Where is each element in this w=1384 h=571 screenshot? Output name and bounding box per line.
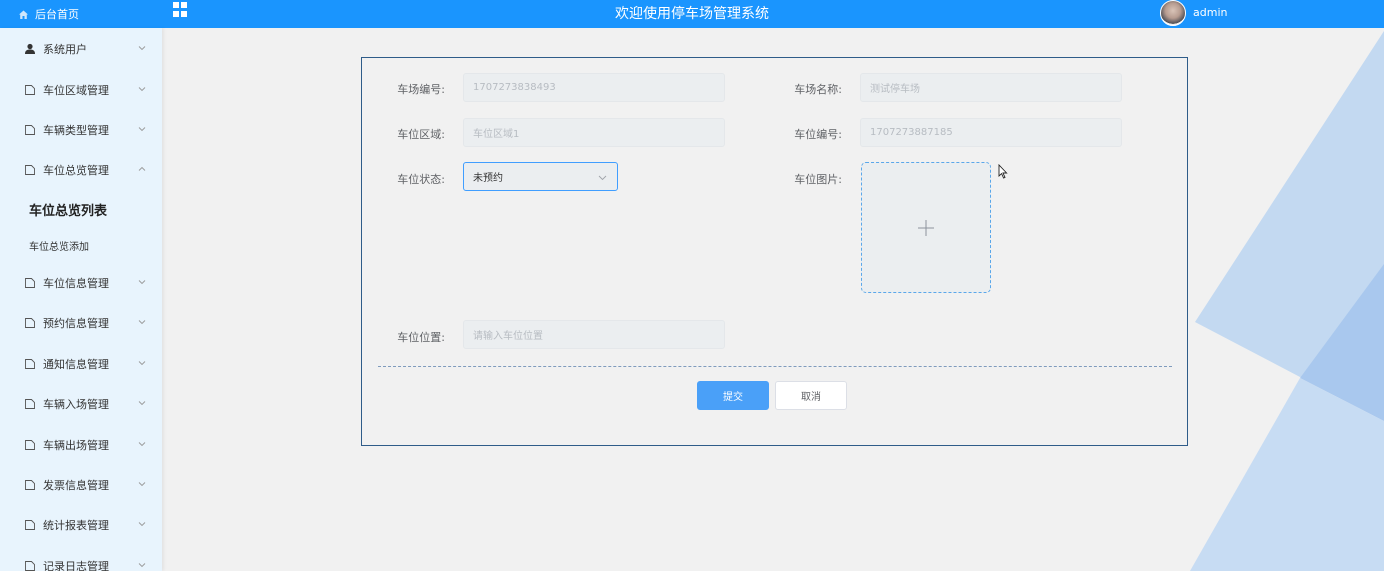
sidebar-item-label: 发票信息管理 [43, 479, 109, 492]
space-number-field[interactable]: 1707273887185 [860, 118, 1122, 147]
mouse-cursor-icon [998, 164, 1008, 179]
document-icon [24, 277, 36, 289]
chevron-down-icon [138, 87, 146, 92]
sidebar-item-label: 车辆类型管理 [43, 124, 109, 137]
document-icon [24, 358, 36, 370]
sidebar-item-space-info[interactable]: 车位信息管理 [0, 263, 162, 303]
sidebar-item-statistics[interactable]: 统计报表管理 [0, 505, 162, 545]
username-label[interactable]: admin [1193, 6, 1227, 19]
decorative-background-shapes [1190, 31, 1384, 571]
lot-name-field[interactable]: 测试停车场 [860, 73, 1122, 102]
chevron-down-icon [138, 46, 146, 51]
status-select-value: 未预约 [473, 173, 503, 184]
document-icon [24, 84, 36, 96]
sidebar-item-label: 统计报表管理 [43, 519, 109, 532]
sidebar-item-reservation[interactable]: 预约信息管理 [0, 303, 162, 343]
chevron-down-icon [138, 320, 146, 325]
top-bar: 后台首页 欢迎使用停车场管理系统 admin [0, 0, 1384, 28]
sidebar-item-label: 系统用户 [43, 43, 87, 56]
lot-number-label: 车场编号: [397, 83, 445, 96]
sidebar-item-notice[interactable]: 通知信息管理 [0, 344, 162, 384]
document-icon [24, 479, 36, 491]
sidebar-item-label: 通知信息管理 [43, 358, 109, 371]
space-overview-form: 车场编号: 1707273838493 车场名称: 测试停车场 车位区域: 车位… [361, 57, 1188, 446]
sidebar-item-label: 预约信息管理 [43, 317, 109, 330]
chevron-down-icon [598, 175, 607, 181]
chevron-down-icon [138, 361, 146, 366]
area-field[interactable]: 车位区域1 [463, 118, 725, 147]
area-label: 车位区域: [397, 128, 445, 141]
status-select[interactable]: 未预约 [463, 162, 618, 191]
sidebar-subitem-overview-list[interactable]: 车位总览列表 [0, 191, 162, 227]
avatar[interactable] [1160, 0, 1186, 26]
image-upload[interactable] [861, 162, 991, 293]
chevron-down-icon [138, 522, 146, 527]
document-icon [24, 124, 36, 136]
sidebar-item-label: 车位信息管理 [43, 277, 109, 290]
sidebar-item-label: 车辆入场管理 [43, 398, 109, 411]
image-label: 车位图片: [794, 173, 842, 186]
chevron-down-icon [138, 127, 146, 132]
sidebar-item-vehicle-type[interactable]: 车辆类型管理 [0, 110, 162, 150]
chevron-down-icon [138, 442, 146, 447]
sidebar: 系统用户 车位区域管理 车辆类型管理 车位总览管理 车位总览列表 车位总览添加 … [0, 28, 162, 571]
lot-number-field[interactable]: 1707273838493 [463, 73, 725, 102]
chevron-down-icon [138, 401, 146, 406]
submit-button[interactable]: 提交 [697, 381, 769, 410]
chevron-down-icon [138, 563, 146, 568]
lot-name-label: 车场名称: [794, 83, 842, 96]
status-label: 车位状态: [397, 173, 445, 186]
sidebar-item-label: 车位区域管理 [43, 84, 109, 97]
location-label: 车位位置: [397, 331, 445, 344]
sidebar-subitem-overview-add[interactable]: 车位总览添加 [0, 227, 162, 263]
sidebar-item-vehicle-exit[interactable]: 车辆出场管理 [0, 425, 162, 465]
document-icon [24, 519, 36, 531]
document-icon [24, 317, 36, 329]
user-icon [24, 43, 36, 55]
sidebar-item-space-area[interactable]: 车位区域管理 [0, 70, 162, 110]
document-icon [24, 164, 36, 176]
chevron-down-icon [138, 280, 146, 285]
chevron-up-icon [138, 166, 146, 171]
sidebar-item-label: 记录日志管理 [43, 560, 109, 571]
document-icon [24, 398, 36, 410]
form-divider [378, 366, 1172, 367]
sidebar-item-space-overview[interactable]: 车位总览管理 [0, 150, 162, 190]
document-icon [24, 439, 36, 451]
plus-icon [918, 219, 934, 236]
sidebar-item-logs[interactable]: 记录日志管理 [0, 546, 162, 571]
cancel-button[interactable]: 取消 [775, 381, 847, 410]
location-input[interactable]: 请输入车位位置 [463, 320, 725, 349]
space-number-label: 车位编号: [794, 128, 842, 141]
document-icon [24, 560, 36, 571]
sidebar-item-label: 车位总览管理 [43, 164, 109, 177]
chevron-down-icon [138, 482, 146, 487]
sidebar-item-invoice[interactable]: 发票信息管理 [0, 465, 162, 505]
sidebar-item-label: 车辆出场管理 [43, 439, 109, 452]
sidebar-item-system-users[interactable]: 系统用户 [0, 29, 162, 69]
sidebar-item-vehicle-entry[interactable]: 车辆入场管理 [0, 384, 162, 424]
